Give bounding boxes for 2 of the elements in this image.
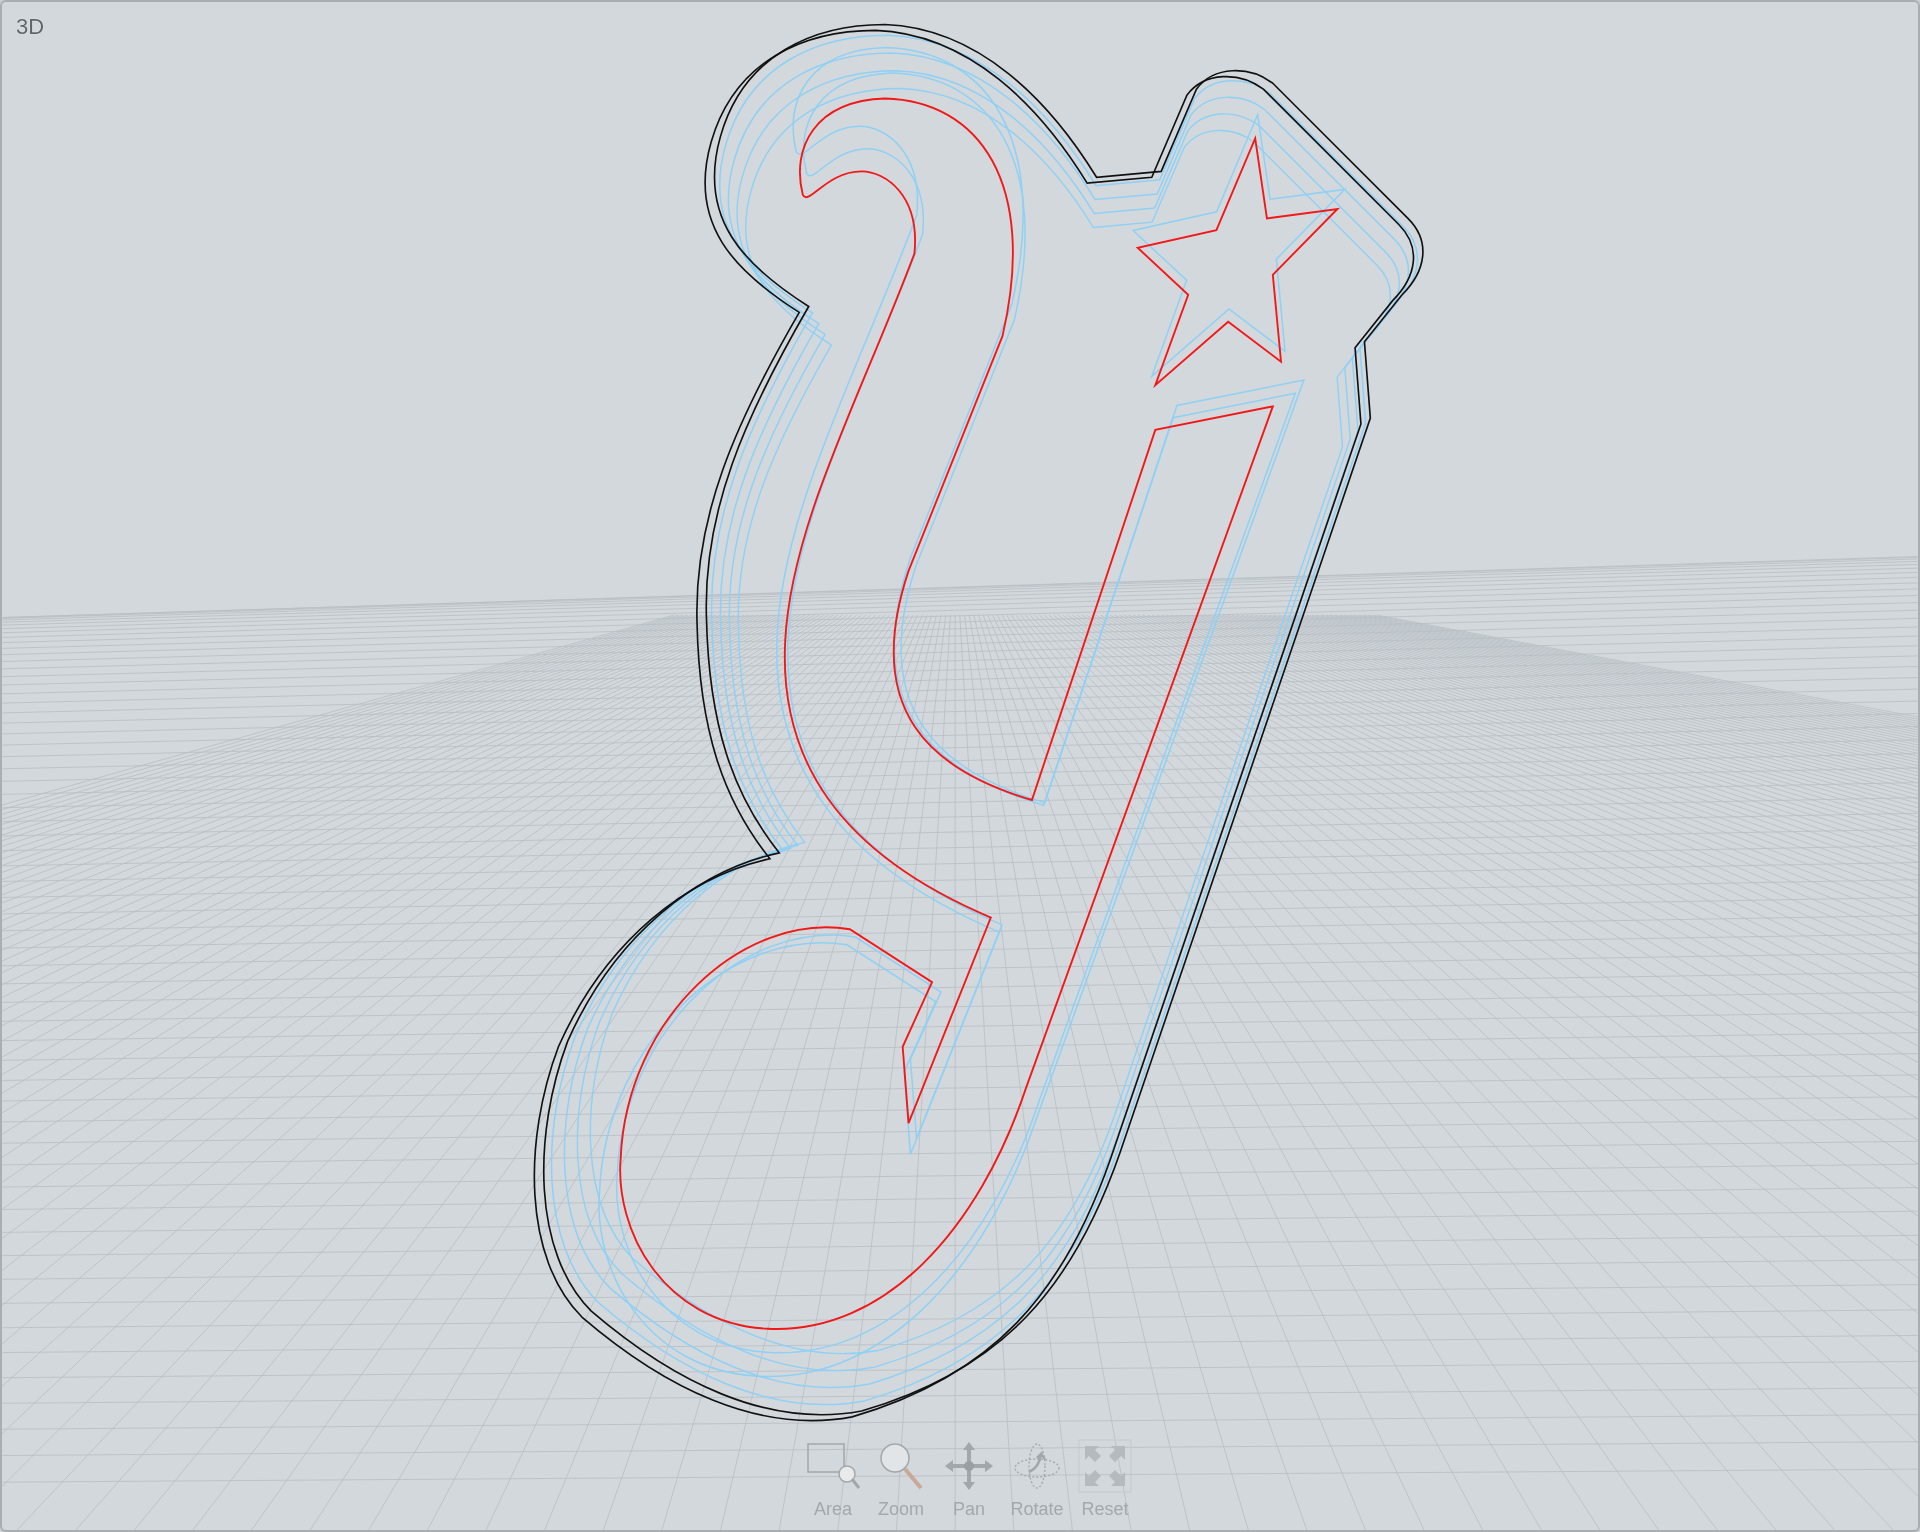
viewport-label: 3D — [16, 13, 45, 41]
expand-arrows-icon — [1077, 1438, 1133, 1494]
